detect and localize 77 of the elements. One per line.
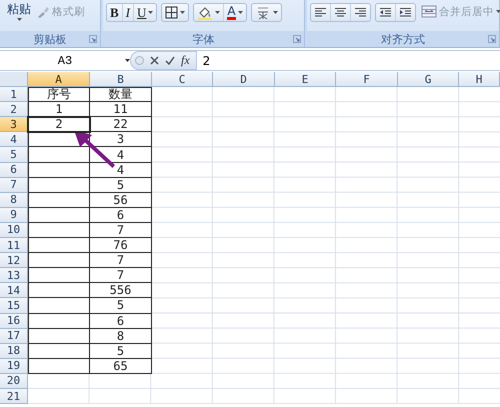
row-header[interactable]: 16 — [0, 314, 28, 329]
table-cell: 4 — [90, 147, 152, 163]
column-header[interactable]: F — [336, 72, 398, 88]
row-header[interactable]: 1 — [0, 87, 28, 102]
paint-bucket-icon — [197, 6, 214, 20]
table-cell: 6 — [90, 208, 152, 223]
row-header[interactable]: 12 — [0, 253, 28, 268]
table-cell: 8 — [90, 328, 152, 344]
decrease-indent-icon — [379, 7, 392, 18]
row-header[interactable]: 5 — [0, 147, 28, 163]
row-header[interactable]: 2 — [0, 102, 28, 118]
table-cell: 3 — [90, 132, 152, 148]
font-color-button[interactable]: A — [223, 4, 246, 21]
cancel-icon[interactable] — [150, 56, 159, 65]
column-header[interactable]: B — [90, 72, 152, 88]
row-header[interactable]: 6 — [0, 162, 28, 178]
row-header[interactable]: 17 — [0, 328, 28, 344]
insert-function-button[interactable]: fx — [181, 53, 190, 68]
row-header[interactable]: 8 — [0, 192, 28, 208]
column-header[interactable]: A — [28, 72, 90, 88]
row-header[interactable]: 4 — [0, 132, 28, 148]
row-header[interactable]: 14 — [0, 283, 28, 298]
row-header[interactable]: 13 — [0, 268, 28, 284]
bold-button[interactable]: B — [107, 4, 122, 21]
row-header[interactable]: 15 — [0, 298, 28, 314]
row-header[interactable]: 7 — [0, 178, 28, 193]
table-cell: 6 — [90, 314, 152, 329]
align-right-icon — [354, 7, 367, 18]
active-cell[interactable]: 2 — [28, 117, 90, 132]
row-header[interactable]: 3 — [0, 117, 28, 132]
formula-field[interactable]: 2 — [196, 54, 500, 68]
column-header[interactable]: D — [213, 72, 275, 88]
row-header[interactable]: 9 — [0, 208, 28, 223]
group-label: 剪贴板 — [34, 32, 66, 46]
row-header[interactable]: 10 — [0, 222, 28, 238]
group-label: 对齐方式 — [381, 32, 425, 46]
column-header[interactable]: E — [275, 72, 336, 88]
dialog-launcher-icon[interactable] — [89, 35, 97, 43]
table-cell: 5 — [90, 298, 152, 314]
align-left-icon — [314, 7, 327, 18]
group-label: 字体 — [192, 32, 214, 46]
table-cell: 11 — [90, 102, 152, 118]
column-header[interactable]: H — [459, 72, 500, 88]
table-cell: 数量 — [90, 87, 152, 102]
table-cell: 56 — [90, 192, 152, 208]
dropdown-caret-icon[interactable] — [125, 59, 130, 62]
table-cell: 5 — [90, 344, 152, 359]
align-center-icon — [334, 7, 347, 18]
row-header[interactable]: 18 — [0, 344, 28, 359]
table-cell: 序号 — [28, 87, 90, 102]
table-cell: 7 — [90, 253, 152, 268]
dialog-launcher-icon[interactable] — [488, 35, 496, 43]
row-header[interactable]: 11 — [0, 238, 28, 254]
column-header[interactable]: C — [152, 72, 213, 88]
table-cell: 4 — [90, 162, 152, 178]
table-cell: 556 — [90, 283, 152, 298]
table-cell: 65 — [90, 358, 152, 374]
dialog-launcher-icon[interactable] — [293, 35, 301, 43]
italic-button[interactable]: I — [122, 4, 134, 21]
table-cell: 7 — [90, 268, 152, 284]
borders-icon — [165, 6, 178, 19]
merge-cells-icon — [421, 5, 437, 18]
table-cell: 22 — [90, 117, 152, 132]
table-cell: 7 — [90, 222, 152, 238]
handle-icon[interactable] — [135, 56, 144, 65]
column-header[interactable]: G — [398, 72, 459, 88]
increase-indent-icon — [399, 7, 412, 18]
table-cell: 76 — [90, 238, 152, 254]
check-icon[interactable] — [165, 56, 175, 65]
table-cell: 5 — [90, 178, 152, 193]
row-header[interactable]: 21 — [0, 388, 28, 404]
row-header[interactable]: 20 — [0, 374, 28, 389]
table-cell: 1 — [28, 102, 90, 118]
paintbrush-icon — [36, 6, 50, 18]
paste-button[interactable]: 粘贴 — [3, 3, 35, 31]
underline-button[interactable]: U — [133, 4, 156, 21]
row-header[interactable]: 19 — [0, 358, 28, 374]
